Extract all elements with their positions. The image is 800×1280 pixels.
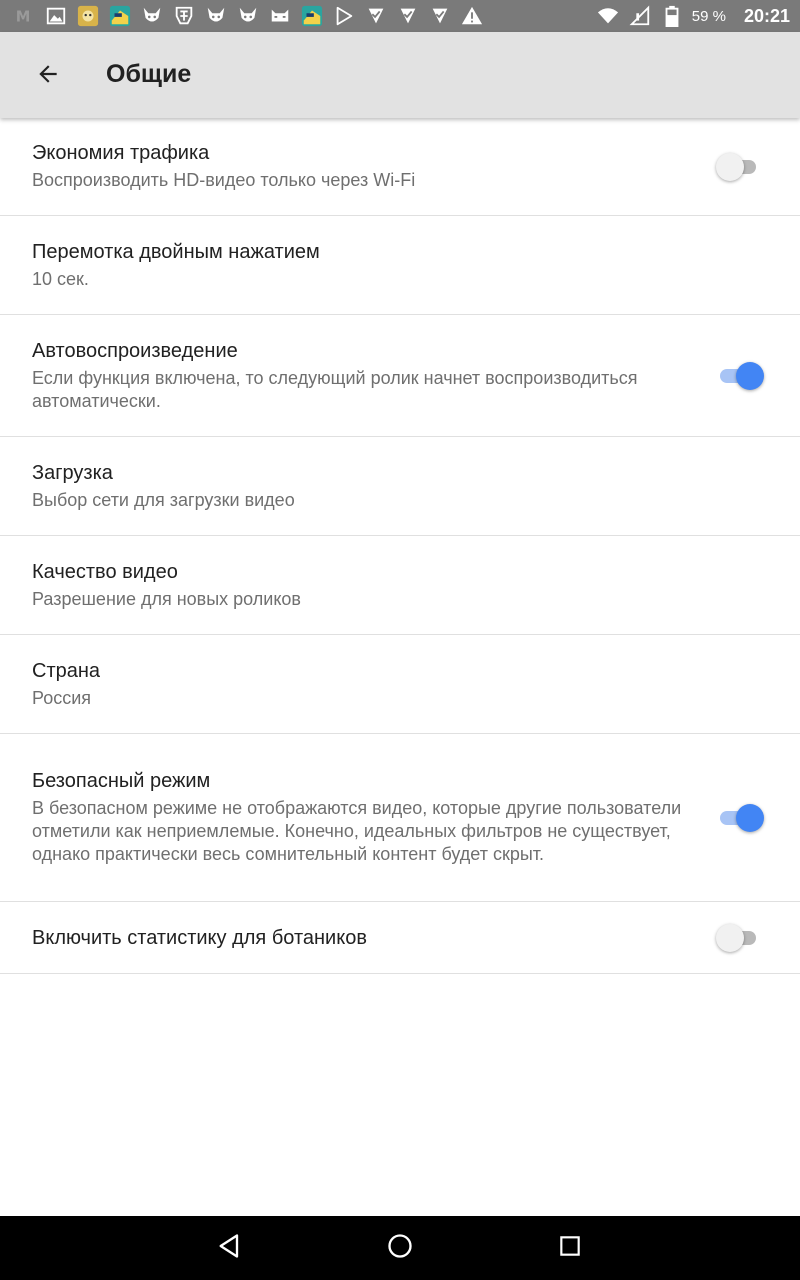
- app-icon: [76, 4, 100, 28]
- check-icon: [396, 4, 420, 28]
- setting-description: Разрешение для новых роликов: [32, 588, 301, 609]
- square-recents-icon: [557, 1233, 583, 1264]
- toggle-thumb: [716, 923, 744, 952]
- autoplay-toggle[interactable]: [716, 361, 764, 391]
- game-icon: [108, 4, 132, 28]
- toggle-thumb: [716, 152, 744, 181]
- setting-description: Если функция включена, то следующий роли…: [32, 367, 638, 411]
- setting-country[interactable]: Страна Россия: [0, 635, 800, 734]
- nav-recents-button[interactable]: [550, 1228, 590, 1268]
- circle-home-icon: [386, 1232, 414, 1265]
- setting-video-quality[interactable]: Качество видео Разрешение для новых роли…: [0, 536, 800, 635]
- setting-title: Страна: [32, 659, 101, 682]
- cat-icon: [268, 4, 292, 28]
- setting-description: 10 сек.: [32, 268, 89, 289]
- back-button[interactable]: [26, 54, 70, 98]
- setting-title: Загрузка: [32, 461, 113, 484]
- toggle-thumb: [736, 361, 764, 390]
- stats-for-nerds-toggle[interactable]: [716, 923, 764, 953]
- cell-signal-icon: [628, 4, 652, 28]
- setting-autoplay[interactable]: Автовоспроизведение Если функция включен…: [0, 315, 800, 437]
- setting-description: Россия: [32, 687, 92, 708]
- setting-title: Перемотка двойным нажатием: [32, 240, 320, 263]
- setting-data-saving[interactable]: Экономия трафика Воспроизводить HD-видео…: [0, 118, 800, 216]
- setting-restricted-mode[interactable]: Безопасный режим В безопасном режиме не …: [0, 734, 800, 902]
- triangle-back-icon: [216, 1232, 244, 1265]
- svg-text:M: M: [16, 9, 31, 26]
- setting-title: Автовоспроизведение: [32, 339, 238, 362]
- check-icon: [364, 4, 388, 28]
- check-icon: [428, 4, 452, 28]
- setting-double-tap-seek[interactable]: Перемотка двойным нажатием 10 сек.: [0, 216, 800, 315]
- setting-title: Безопасный режим: [32, 770, 211, 792]
- setting-description: Выбор сети для загрузки видео: [32, 489, 295, 510]
- page-title: Общие: [106, 60, 192, 88]
- play-store-icon: [332, 4, 356, 28]
- pokemon-icon: [140, 4, 164, 28]
- setting-description: В безопасном режиме не отображаются виде…: [32, 798, 682, 864]
- battery-icon: [660, 4, 684, 28]
- toggle-thumb: [736, 803, 764, 832]
- setting-download[interactable]: Загрузка Выбор сети для загрузки видео: [0, 437, 800, 536]
- data-saving-toggle[interactable]: [716, 152, 764, 182]
- settings-list: Экономия трафика Воспроизводить HD-видео…: [0, 118, 800, 974]
- navigation-bar: [0, 1216, 800, 1280]
- battery-percent: 59 %: [691, 7, 726, 25]
- setting-description: Воспроизводить HD-видео только через Wi-…: [32, 170, 416, 190]
- system-status: 59 % 20:21: [596, 0, 790, 32]
- transformers-icon: [172, 4, 196, 28]
- warning-icon: [460, 4, 484, 28]
- nav-back-button[interactable]: [210, 1228, 250, 1268]
- arrow-left-icon: [35, 61, 61, 92]
- clock: 20:21: [743, 5, 790, 26]
- pokemon-icon: [204, 4, 228, 28]
- pokemon-icon: [236, 4, 260, 28]
- app-bar: Общие: [0, 32, 800, 118]
- game-icon: [300, 4, 324, 28]
- m-icon: M: [12, 4, 36, 28]
- nav-home-button[interactable]: [380, 1228, 420, 1268]
- wifi-icon: [596, 4, 620, 28]
- notification-icons: M: [12, 4, 484, 28]
- restricted-mode-toggle[interactable]: [716, 803, 764, 833]
- setting-title: Качество видео: [32, 560, 178, 583]
- setting-title: Включить статистику для ботаников: [32, 926, 367, 949]
- setting-stats-for-nerds[interactable]: Включить статистику для ботаников: [0, 902, 800, 974]
- image-icon: [44, 4, 68, 28]
- status-bar: M 59 % 20:21: [0, 0, 800, 32]
- setting-title: Экономия трафика: [32, 142, 210, 164]
